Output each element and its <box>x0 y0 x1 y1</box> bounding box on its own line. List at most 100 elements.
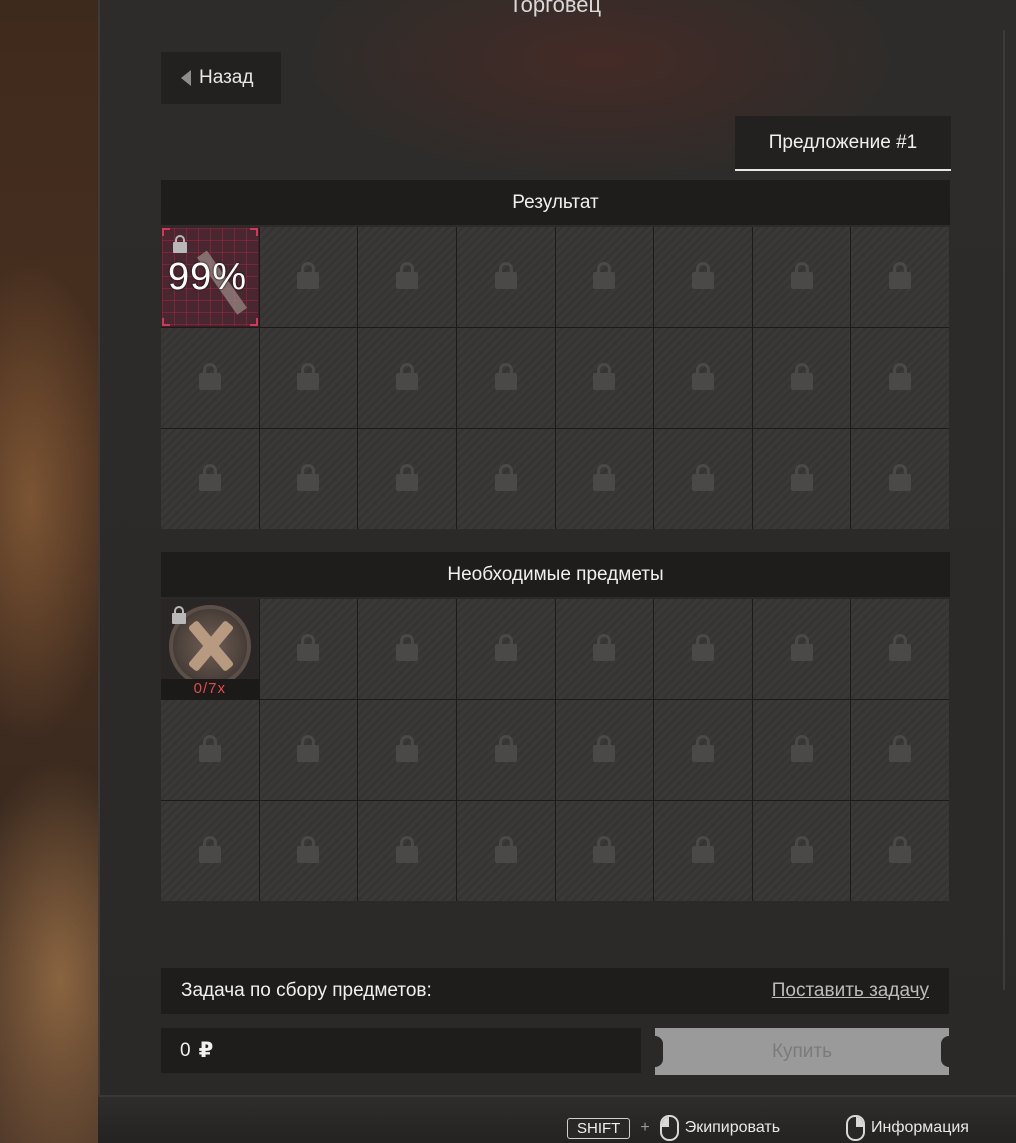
buy-button-label: Купить <box>771 1040 833 1062</box>
locked-slot <box>358 700 456 800</box>
locked-slot <box>358 227 456 327</box>
shift-key: SHIFT <box>567 1117 631 1139</box>
result-item-slot[interactable]: 99% <box>161 227 259 327</box>
locked-slot <box>851 429 949 529</box>
button-notch <box>655 1036 663 1067</box>
locked-slot <box>752 328 851 428</box>
result-chance: 99% <box>168 256 248 298</box>
ruble-currency-icon: ₽ <box>198 1039 214 1062</box>
lock-icon <box>494 463 517 491</box>
lock-icon <box>691 463 714 491</box>
locked-slot <box>358 429 456 529</box>
locked-slot <box>752 801 851 901</box>
lock-icon <box>790 362 813 390</box>
selection-corner <box>249 318 258 326</box>
lock-icon <box>691 835 714 863</box>
lock-icon <box>494 633 517 661</box>
locked-slot <box>654 599 752 699</box>
panel-scrollbar-track <box>1003 30 1005 990</box>
locked-slot <box>752 429 851 529</box>
locked-slot <box>752 700 851 800</box>
selection-corner <box>162 318 170 326</box>
lock-icon <box>889 835 912 863</box>
lock-icon <box>198 362 221 390</box>
plus-sign: + <box>640 1119 650 1136</box>
tab-offer-1[interactable]: Предложение #1 <box>735 116 951 171</box>
lock-icon <box>198 734 221 762</box>
lock-icon <box>790 261 813 289</box>
locked-slot <box>555 700 654 800</box>
locked-slot <box>259 227 358 327</box>
lock-icon <box>297 463 320 491</box>
background-scene <box>0 0 98 1143</box>
lock-icon <box>889 362 912 390</box>
locked-slot <box>161 700 259 800</box>
locked-slot <box>456 328 555 428</box>
back-arrow-icon <box>181 70 191 86</box>
lock-icon <box>172 606 186 624</box>
locked-slot <box>851 328 949 428</box>
lock-icon <box>790 835 813 863</box>
equip-hint-label: Экипировать <box>684 1119 781 1136</box>
locked-slot <box>555 227 654 327</box>
locked-slot <box>456 599 555 699</box>
lock-icon <box>593 463 616 491</box>
locked-slot <box>654 801 752 901</box>
lock-icon <box>198 463 221 491</box>
lock-icon <box>297 633 320 661</box>
locked-slot <box>456 801 555 901</box>
lock-icon <box>297 362 320 390</box>
locked-slot <box>555 801 654 901</box>
locked-slot <box>358 801 456 901</box>
locked-slot <box>259 599 358 699</box>
lock-icon <box>173 235 187 253</box>
lock-icon <box>396 835 419 863</box>
locked-slot <box>752 599 851 699</box>
lock-icon <box>593 261 616 289</box>
locked-slot <box>654 429 752 529</box>
selection-corner <box>162 228 170 236</box>
lock-icon <box>297 835 320 863</box>
locked-slot <box>259 429 358 529</box>
locked-slot <box>851 801 949 901</box>
lock-icon <box>297 734 320 762</box>
lock-icon <box>691 362 714 390</box>
lock-icon <box>691 633 714 661</box>
lock-icon <box>198 835 221 863</box>
locked-slot <box>456 700 555 800</box>
buy-button[interactable]: Купить <box>655 1028 949 1075</box>
locked-slot <box>358 328 456 428</box>
lock-icon <box>889 463 912 491</box>
lock-icon <box>889 633 912 661</box>
lock-icon <box>297 261 320 289</box>
locked-slot <box>161 801 259 901</box>
result-header: Результат <box>161 180 950 225</box>
locked-slot <box>456 227 555 327</box>
locked-slot <box>851 700 949 800</box>
lock-icon <box>593 362 616 390</box>
set-task-link[interactable]: Поставить задачу <box>772 980 929 1002</box>
price-amount: 0 <box>180 1039 191 1061</box>
lock-icon <box>790 463 813 491</box>
lock-icon <box>494 261 517 289</box>
required-item-count: 0/7x <box>161 679 259 699</box>
left-mouse-icon <box>659 1115 679 1141</box>
back-button[interactable]: Назад <box>161 52 281 104</box>
required-item-slot[interactable]: 0/7x <box>161 599 259 699</box>
selection-corner <box>249 228 258 236</box>
lock-icon <box>494 734 517 762</box>
back-button-label: Назад <box>199 67 254 88</box>
right-mouse-icon <box>846 1115 865 1141</box>
locked-slot <box>456 429 555 529</box>
lock-icon <box>494 835 517 863</box>
lock-icon <box>396 463 419 491</box>
lock-icon <box>691 261 714 289</box>
lock-icon <box>593 835 616 863</box>
required-items-header: Необходимые предметы <box>161 552 950 597</box>
locked-slot <box>161 328 259 428</box>
locked-slot <box>358 599 456 699</box>
locked-slot <box>259 700 358 800</box>
locked-slot <box>161 429 259 529</box>
equip-hint: SHIFT + Экипировать <box>567 1115 780 1141</box>
locked-slot <box>555 328 654 428</box>
